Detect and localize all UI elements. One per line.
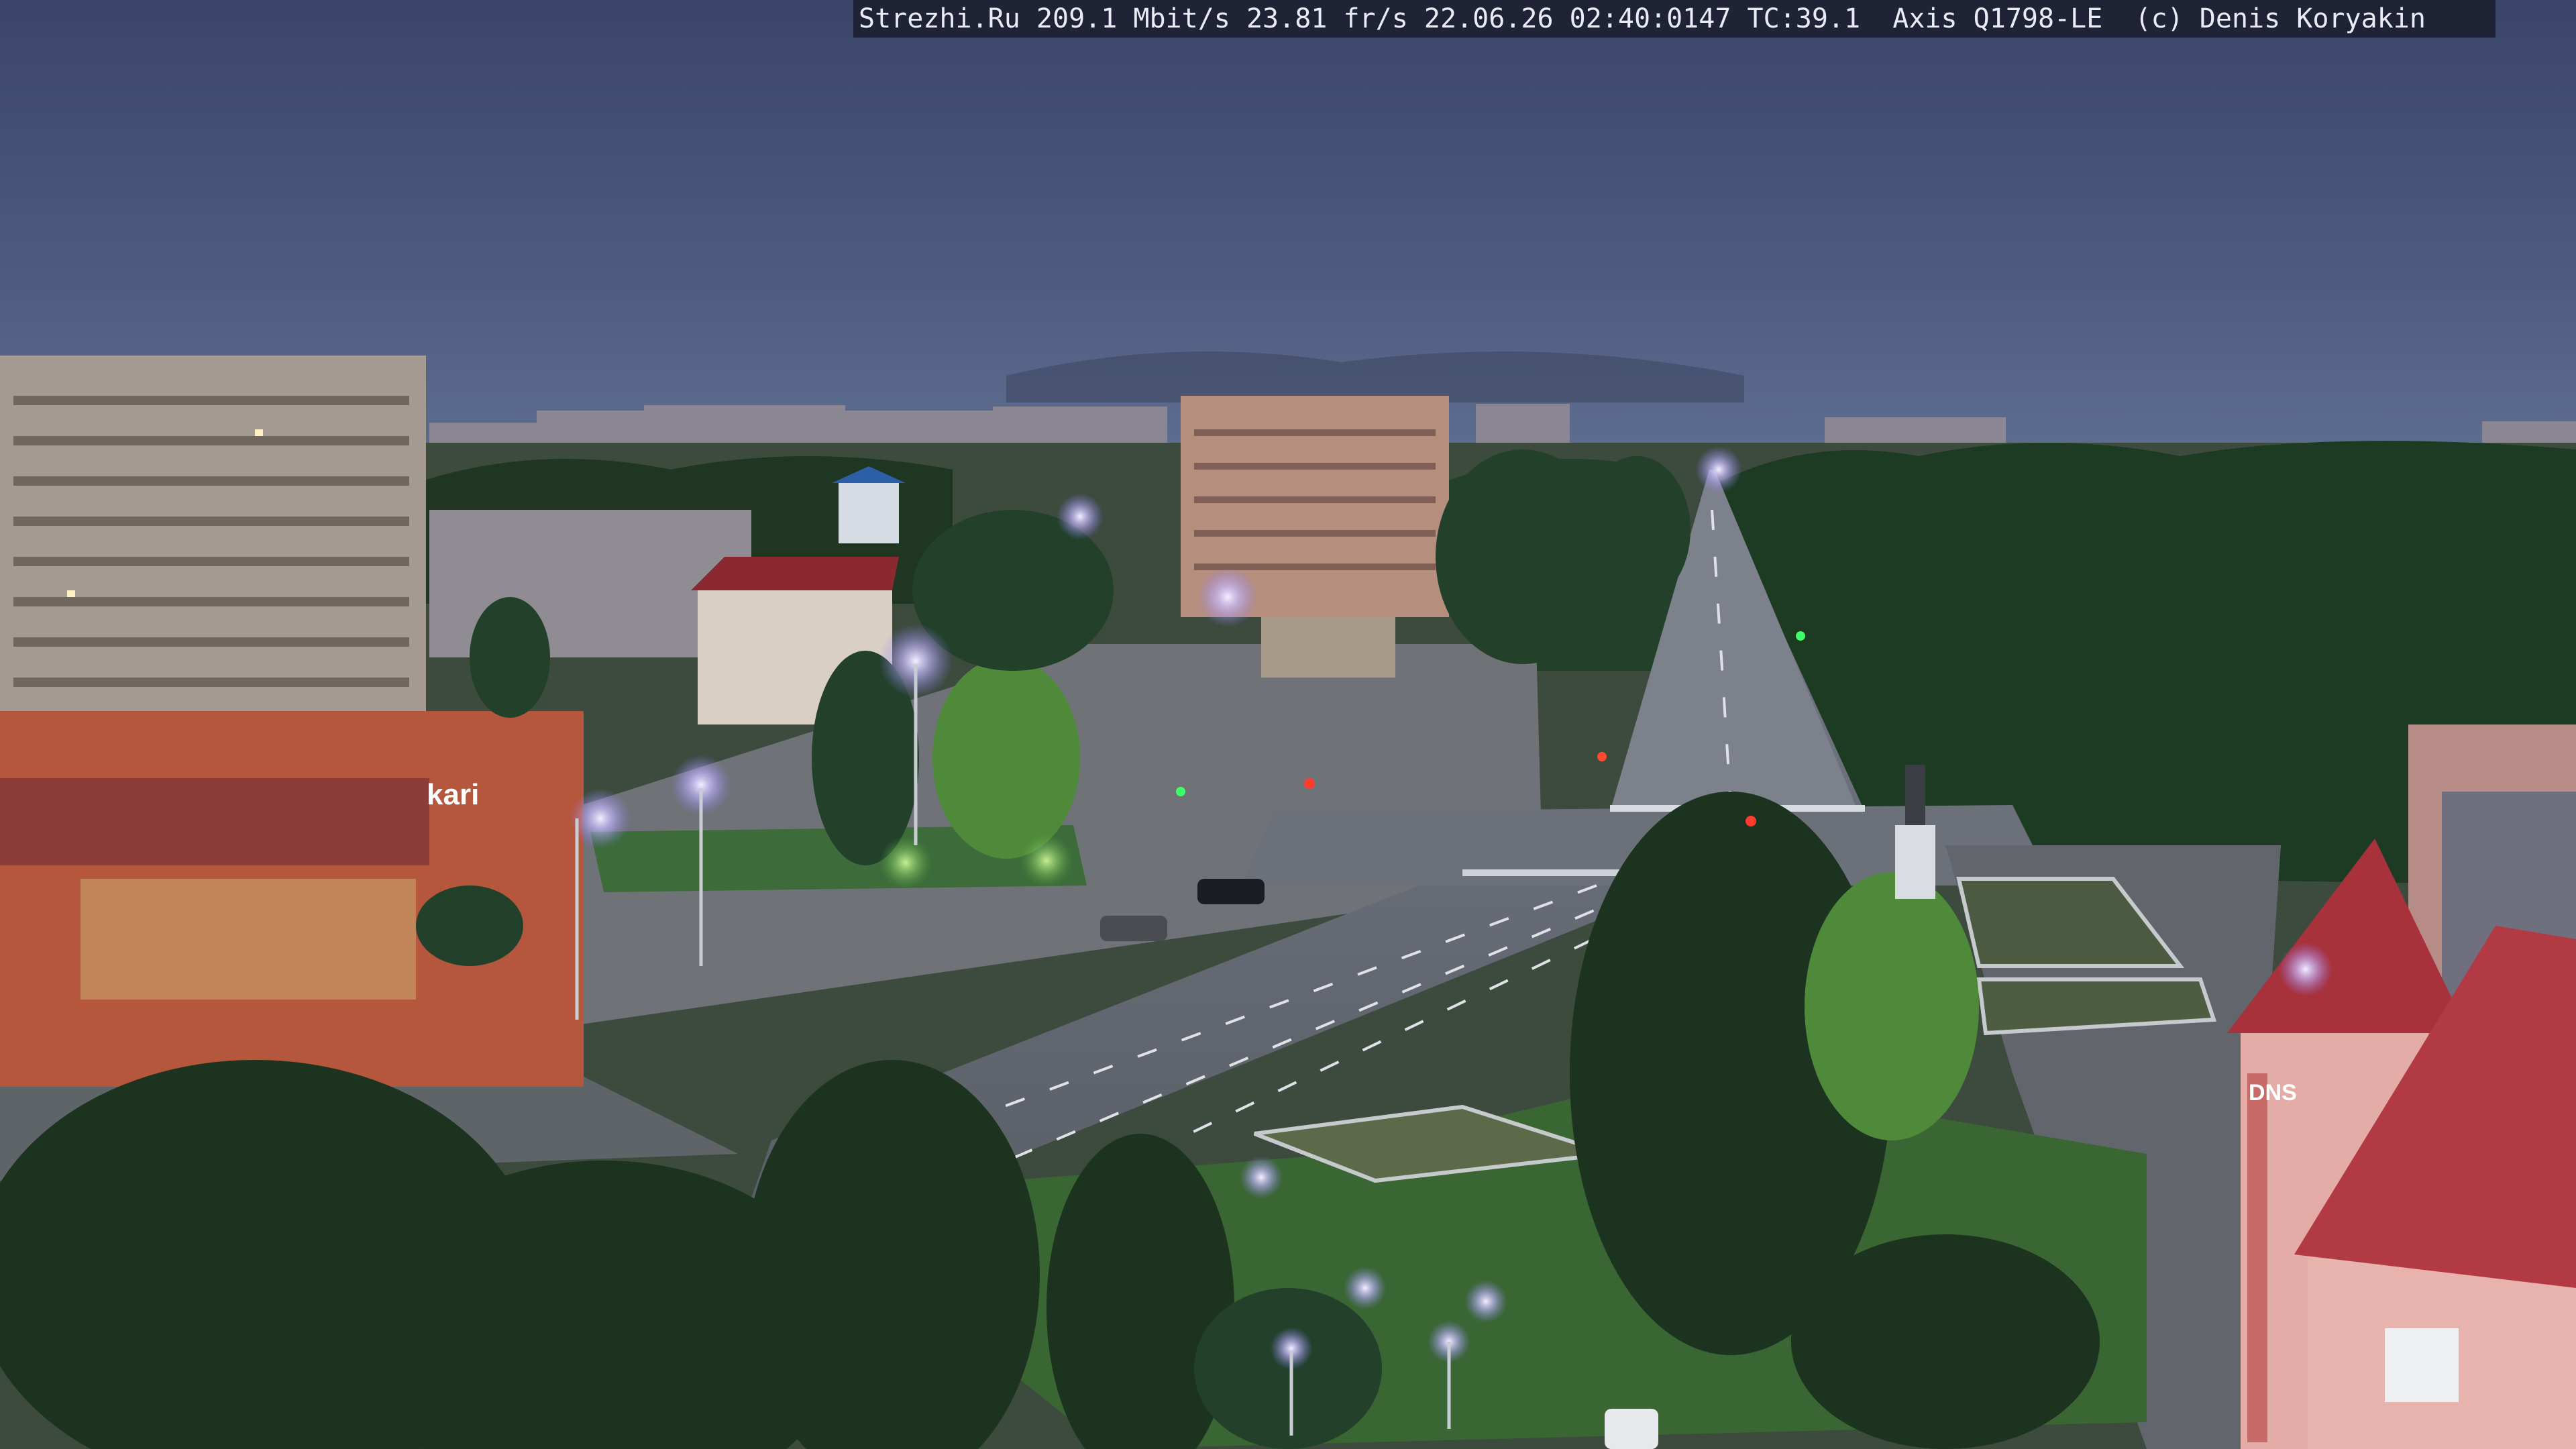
- car-3: [1605, 1409, 1658, 1449]
- car-2: [1100, 916, 1167, 941]
- camera-overlay-caption: Strezhi.Ru 209.1 Mbit/s 23.81 fr/s 22.06…: [853, 0, 2496, 38]
- white-tower: [839, 483, 899, 543]
- apartment-building-left: [0, 356, 426, 731]
- cloud-band: [1006, 352, 1744, 402]
- small-pavilion: [1261, 617, 1395, 678]
- dns-sign: DNS: [2249, 1080, 2297, 1106]
- store-sign-kari: kari: [427, 778, 480, 811]
- monument: [1905, 765, 1925, 825]
- webcam-scene: [0, 0, 2576, 1449]
- car-1: [1197, 879, 1265, 904]
